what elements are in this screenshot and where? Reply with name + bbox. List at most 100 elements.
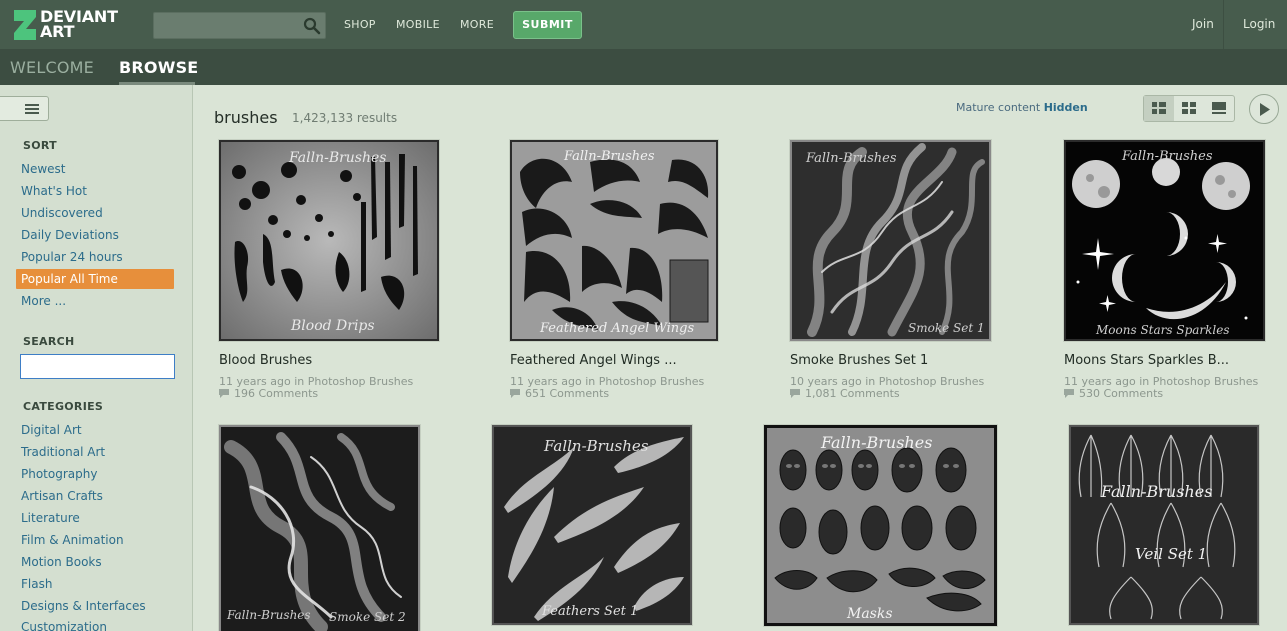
play-icon xyxy=(1260,103,1270,116)
thumbnail-smoke-brushes-set-1[interactable]: Falln-Brushes Smoke Set 1 xyxy=(790,140,991,341)
caption-text: Smoke Set 2 xyxy=(329,610,406,624)
caption-text: Blood Drips xyxy=(290,318,375,334)
angel-wings-image: Falln-Brushes Feathered Angel Wings xyxy=(512,142,716,339)
login-link[interactable]: Login xyxy=(1243,17,1275,31)
tab-welcome[interactable]: WELCOME xyxy=(10,58,94,77)
comment-icon xyxy=(510,389,520,398)
caption-text: Masks xyxy=(846,606,893,622)
deviation-comments[interactable]: 530 Comments xyxy=(1064,387,1163,400)
sort-more[interactable]: More ... xyxy=(21,294,66,308)
caption-text: Smoke Set 1 xyxy=(908,321,985,335)
sort-popular-all-time[interactable]: Popular All Time xyxy=(16,269,174,289)
thumbnail-feathers-set-1[interactable]: Falln-Brushes Feathers Set 1 xyxy=(492,425,692,625)
menu-icon xyxy=(25,104,39,114)
sort-undiscovered[interactable]: Undiscovered xyxy=(21,206,103,220)
submit-button[interactable]: SUBMIT xyxy=(513,11,582,39)
watermark-text: Falln-Brushes xyxy=(820,433,932,452)
deviation-title[interactable]: Feathered Angel Wings ... xyxy=(510,353,677,368)
browse-tabs-bar: WELCOME BROWSE xyxy=(0,49,1287,85)
search-query-title: brushes xyxy=(214,108,278,127)
watermark-text: Falln-Brushes xyxy=(805,151,897,166)
search-heading: SEARCH xyxy=(23,335,75,348)
sort-popular-24h[interactable]: Popular 24 hours xyxy=(21,250,123,264)
sort-newest[interactable]: Newest xyxy=(21,162,66,176)
view-list-button[interactable] xyxy=(1144,96,1174,121)
comment-icon xyxy=(790,389,800,398)
logo-line2: ART xyxy=(40,22,75,41)
category-literature[interactable]: Literature xyxy=(21,511,80,525)
watermark-text: Falln-Brushes xyxy=(563,149,655,164)
results-count: 1,423,133 results xyxy=(292,111,398,125)
header-divider xyxy=(1223,0,1224,49)
large-view-icon xyxy=(1212,102,1226,114)
caption-text: Feathers Set 1 xyxy=(541,604,638,619)
deviation-title[interactable]: Smoke Brushes Set 1 xyxy=(790,353,928,368)
nav-more[interactable]: MORE xyxy=(460,18,494,31)
comment-icon xyxy=(1064,389,1074,398)
watermark-text: Falln-Brushes xyxy=(1121,149,1213,164)
view-grid-button[interactable] xyxy=(1174,96,1204,121)
thumbnail-veil-set-1[interactable]: Falln-Brushes Veil Set 1 xyxy=(1069,425,1259,625)
category-artisan-crafts[interactable]: Artisan Crafts xyxy=(21,489,103,503)
comment-count: 196 Comments xyxy=(234,387,319,400)
top-search-box xyxy=(153,12,326,39)
mature-state[interactable]: Hidden xyxy=(1044,101,1088,114)
view-mode-group xyxy=(1143,95,1235,122)
top-search-input[interactable] xyxy=(158,16,298,35)
deviantart-logo-icon xyxy=(14,10,36,40)
thumbnail-feathered-angel-wings[interactable]: Falln-Brushes Feathered Angel Wings xyxy=(510,140,718,341)
comment-icon xyxy=(219,389,229,398)
smoke-image: Falln-Brushes Smoke Set 1 xyxy=(792,142,989,339)
blood-brushes-image: Falln-Brushes Blood Drips xyxy=(221,142,437,339)
deviation-comments[interactable]: 196 Comments xyxy=(219,387,318,400)
caption-text: Veil Set 1 xyxy=(1135,545,1207,563)
watermark-text: Falln-Brushes xyxy=(288,150,386,166)
nav-shop[interactable]: SHOP xyxy=(344,18,376,31)
thumbnail-masks[interactable]: Falln-Brushes Masks xyxy=(764,425,997,626)
comment-count: 1,081 Comments xyxy=(805,387,900,400)
watermark-text: Falln-Brushes xyxy=(1100,482,1212,501)
categories-heading: CATEGORIES xyxy=(23,400,104,413)
top-header: DEVIANT ART SHOP MOBILE MORE SUBMIT Join… xyxy=(0,0,1287,49)
search-icon[interactable] xyxy=(303,17,321,35)
category-film-animation[interactable]: Film & Animation xyxy=(21,533,124,547)
category-flash[interactable]: Flash xyxy=(21,577,52,591)
mature-label: Mature content xyxy=(956,101,1041,114)
watermark-text: Falln-Brushes xyxy=(543,437,649,455)
veil-image: Falln-Brushes Veil Set 1 xyxy=(1071,427,1257,623)
deviantart-logo[interactable]: DEVIANT ART xyxy=(12,8,132,42)
thumbnail-smoke-brushes-set-2[interactable]: Falln-Brushes Smoke Set 2 xyxy=(219,425,420,631)
caption-text: Moons Stars Sparkles xyxy=(1095,323,1230,337)
deviation-title[interactable]: Blood Brushes xyxy=(219,353,312,368)
smoke-set-2-image: Falln-Brushes Smoke Set 2 xyxy=(221,427,418,631)
feathers-image: Falln-Brushes Feathers Set 1 xyxy=(494,427,690,623)
caption-text: Feathered Angel Wings xyxy=(539,321,694,336)
mature-content-toggle[interactable]: Mature content Hidden xyxy=(956,101,1088,114)
sidebar: SORT Newest What's Hot Undiscovered Dail… xyxy=(0,85,193,631)
moons-image: Falln-Brushes Moons Stars Sparkles xyxy=(1066,142,1263,339)
join-link[interactable]: Join xyxy=(1192,17,1214,31)
sort-heading: SORT xyxy=(23,139,57,152)
category-designs-interfaces[interactable]: Designs & Interfaces xyxy=(21,599,146,613)
sidebar-toggle-button[interactable] xyxy=(0,96,49,121)
tab-browse[interactable]: BROWSE xyxy=(119,58,198,77)
watermark-text: Falln-Brushes xyxy=(226,608,311,622)
category-customization[interactable]: Customization xyxy=(21,620,107,631)
sort-daily-deviations[interactable]: Daily Deviations xyxy=(21,228,119,242)
deviation-comments[interactable]: 1,081 Comments xyxy=(790,387,900,400)
sidebar-search-input[interactable] xyxy=(20,354,175,379)
sort-whats-hot[interactable]: What's Hot xyxy=(21,184,87,198)
category-traditional-art[interactable]: Traditional Art xyxy=(21,445,105,459)
thumbnail-moons-stars-sparkles[interactable]: Falln-Brushes Moons Stars Sparkles xyxy=(1064,140,1265,341)
list-view-icon xyxy=(1152,102,1166,114)
logo-wordmark: DEVIANT ART xyxy=(40,9,118,41)
deviation-title[interactable]: Moons Stars Sparkles B... xyxy=(1064,353,1229,368)
category-digital-art[interactable]: Digital Art xyxy=(21,423,82,437)
category-motion-books[interactable]: Motion Books xyxy=(21,555,102,569)
nav-mobile[interactable]: MOBILE xyxy=(396,18,440,31)
deviation-comments[interactable]: 651 Comments xyxy=(510,387,609,400)
view-large-button[interactable] xyxy=(1204,96,1234,121)
category-photography[interactable]: Photography xyxy=(21,467,97,481)
thumbnail-blood-brushes[interactable]: Falln-Brushes Blood Drips xyxy=(219,140,439,341)
slideshow-button[interactable] xyxy=(1249,94,1279,124)
